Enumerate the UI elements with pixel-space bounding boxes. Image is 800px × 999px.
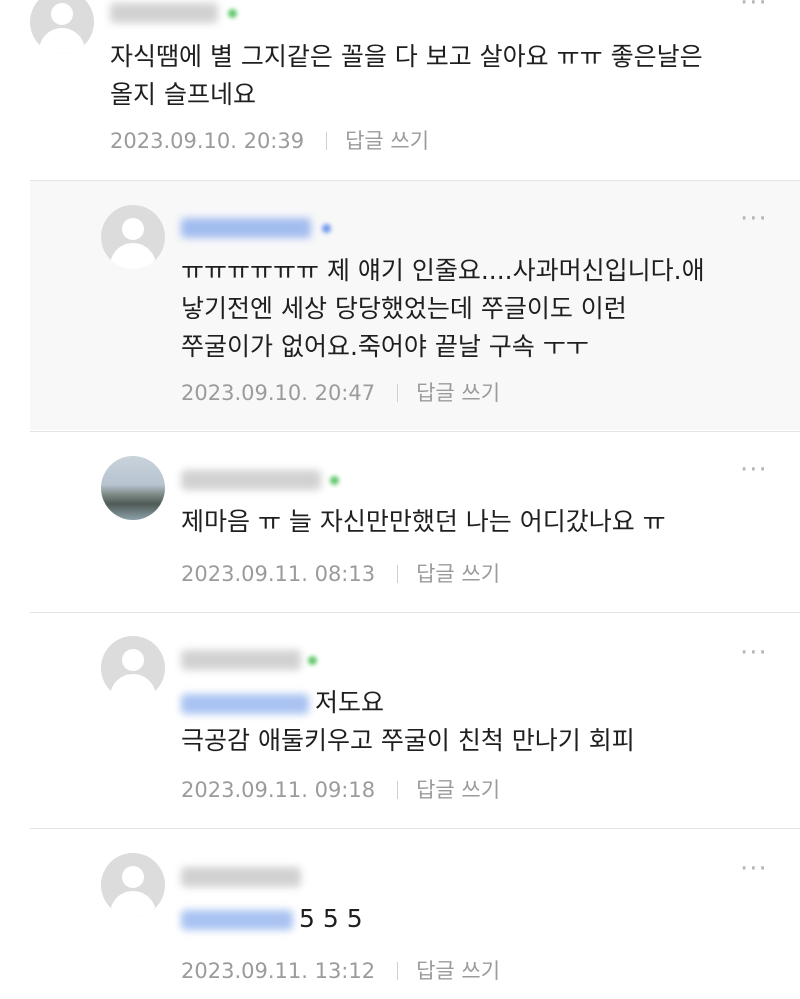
- comment-date: 2023.09.11. 13:12: [181, 959, 376, 983]
- divider: [30, 828, 800, 829]
- comment-text: 저도요 극공감 애둘키우고 쭈굴이 친척 만나기 회피: [181, 684, 635, 760]
- comment-text-line: 5 5 5: [181, 900, 363, 938]
- reply-button[interactable]: 답글 쓰기: [416, 778, 500, 802]
- comment-text: 자식땜에 별 그지같은 꼴을 다 보고 살아요 ㅠㅠ 좋은날은 올지 슬프네요: [110, 38, 703, 114]
- comment-text-line: 극공감 애둘키우고 쭈굴이 친척 만나기 회피: [181, 726, 635, 755]
- comment-meta: 2023.09.10. 20:47 답글 쓰기: [181, 377, 500, 407]
- comment-text-line: 제마음 ㅠ 늘 자신만만했던 나는 어디갔나요 ㅠ: [181, 507, 666, 536]
- reply-button[interactable]: 답글 쓰기: [345, 129, 429, 153]
- comment-date: 2023.09.11. 08:13: [181, 562, 376, 586]
- more-options-icon[interactable]: ···: [740, 856, 768, 882]
- badge-icon: [228, 9, 237, 18]
- comment-date: 2023.09.10. 20:39: [110, 129, 305, 153]
- badge-icon: [322, 224, 331, 233]
- divider: [30, 612, 800, 613]
- nickname-blurred[interactable]: [181, 218, 311, 238]
- comment-text: 5 5 5: [181, 900, 363, 938]
- meta-separator: [397, 962, 399, 980]
- comment-text-line: 자식땜에 별 그지같은 꼴을 다 보고 살아요 ㅠㅠ 좋은날은: [110, 42, 703, 71]
- comment-text-line: 쭈굴이가 없어요.죽어야 끝날 구속 ㅜㅜ: [181, 332, 589, 361]
- meta-separator: [397, 565, 399, 583]
- default-profile-icon[interactable]: [101, 636, 165, 700]
- nickname-blurred[interactable]: [110, 3, 218, 23]
- profile-photo-avatar[interactable]: [101, 456, 165, 520]
- comment-text-line: 저도요: [181, 684, 635, 722]
- more-options-icon[interactable]: ···: [740, 206, 768, 232]
- default-profile-icon[interactable]: [101, 853, 165, 917]
- reply-button[interactable]: 답글 쓰기: [416, 959, 500, 983]
- comment-meta: 2023.09.11. 08:13 답글 쓰기: [181, 558, 500, 588]
- meta-separator: [397, 384, 399, 402]
- more-options-icon[interactable]: ···: [740, 457, 768, 483]
- divider: [30, 180, 800, 181]
- comment-text-line: ㅠㅠㅠㅠㅠㅠ 제 얘기 인줄요....사과머신입니다.애: [181, 256, 705, 285]
- comment-text-line: 낳기전엔 세상 당당했었는데 쭈글이도 이런: [181, 294, 627, 323]
- reply-button[interactable]: 답글 쓰기: [416, 562, 500, 586]
- mention-blurred[interactable]: [181, 910, 293, 930]
- divider: [30, 431, 800, 432]
- nickname-blurred[interactable]: [181, 867, 301, 887]
- nickname-blurred[interactable]: [181, 470, 321, 490]
- comment-meta: 2023.09.10. 20:39 답글 쓰기: [110, 125, 429, 155]
- reply-button[interactable]: 답글 쓰기: [416, 381, 500, 405]
- comment-meta: 2023.09.11. 09:18 답글 쓰기: [181, 774, 500, 804]
- badge-icon: [330, 476, 339, 485]
- comment-date: 2023.09.11. 09:18: [181, 778, 376, 802]
- comment-text-inline: 저도요: [315, 688, 385, 717]
- nickname-blurred[interactable]: [181, 650, 301, 670]
- mention-blurred[interactable]: [181, 694, 309, 714]
- more-options-icon[interactable]: ···: [740, 0, 768, 16]
- comment-text-line: 올지 슬프네요: [110, 80, 256, 109]
- badge-icon: [308, 656, 317, 665]
- default-profile-icon[interactable]: [30, 0, 94, 54]
- meta-separator: [326, 132, 328, 150]
- meta-separator: [397, 781, 399, 799]
- more-options-icon[interactable]: ···: [740, 640, 768, 666]
- default-profile-icon[interactable]: [101, 205, 165, 269]
- comment-text-inline: 5 5 5: [299, 904, 363, 933]
- comment-meta: 2023.09.11. 13:12 답글 쓰기: [181, 955, 500, 985]
- comment-text: 제마음 ㅠ 늘 자신만만했던 나는 어디갔나요 ㅠ: [181, 503, 666, 541]
- comment-text: ㅠㅠㅠㅠㅠㅠ 제 얘기 인줄요....사과머신입니다.애 낳기전엔 세상 당당했…: [181, 252, 705, 366]
- comment-date: 2023.09.10. 20:47: [181, 381, 376, 405]
